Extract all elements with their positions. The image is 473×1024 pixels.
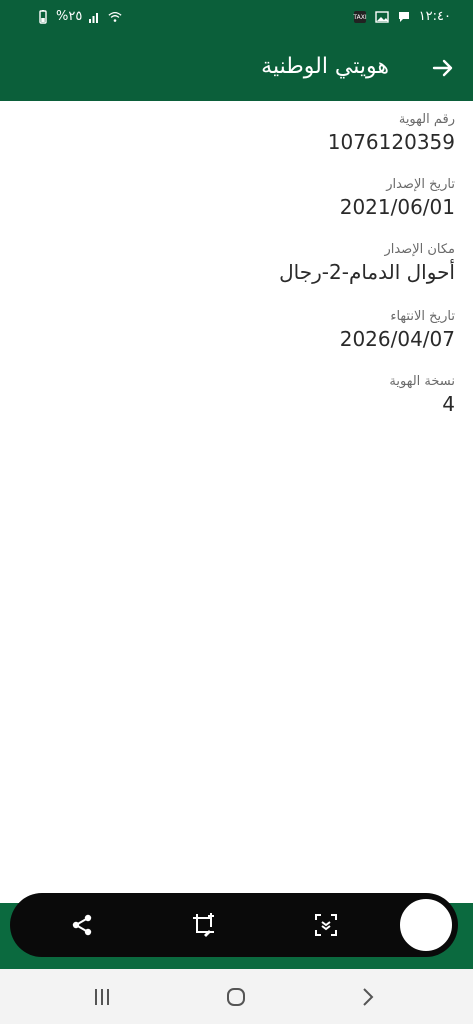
page-title: هويتي الوطنية <box>261 54 389 79</box>
recent-apps-icon[interactable] <box>90 985 114 1009</box>
field-issue-place: مكان الإصدار أحوال الدمام-2-رجال <box>279 241 455 285</box>
field-id-number: رقم الهوية 1076120359 <box>328 111 455 155</box>
field-value: 1076120359 <box>327 130 455 154</box>
status-time: ١٢:٤٠ <box>418 9 451 24</box>
back-icon[interactable] <box>356 985 380 1009</box>
share-icon[interactable] <box>68 911 96 939</box>
field-label: مكان الإصدار <box>384 242 455 257</box>
field-value: 4 <box>442 392 455 416</box>
message-icon <box>398 11 409 22</box>
field-issue-date: تاريخ الإصدار 2021/06/01 <box>340 176 455 220</box>
crop-edit-icon[interactable] <box>190 911 218 939</box>
field-id-version: نسخة الهوية 4 <box>389 373 455 417</box>
home-icon[interactable] <box>224 985 248 1009</box>
app-notification-icon: TAXI <box>353 10 367 23</box>
field-value: أحوال الدمام-2-رجال <box>279 260 455 284</box>
screenshot-toolbar <box>10 893 458 957</box>
field-value: 2021/06/01 <box>339 195 455 219</box>
svg-text:TAXI: TAXI <box>353 14 367 21</box>
field-expiry-date: تاريخ الانتهاء 2026/04/07 <box>340 308 455 352</box>
status-left: %٢٥ <box>36 9 122 24</box>
image-icon <box>374 10 389 23</box>
field-label: رقم الهوية <box>398 112 455 127</box>
battery-icon <box>39 9 47 24</box>
field-value: 2026/04/07 <box>339 327 455 351</box>
id-details: رقم الهوية 1076120359 تاريخ الإصدار 2021… <box>0 101 473 901</box>
signal-icon <box>89 12 99 23</box>
field-label: تاريخ الانتهاء <box>390 309 455 324</box>
scroll-capture-icon[interactable] <box>312 911 340 939</box>
field-label: نسخة الهوية <box>389 374 455 389</box>
wifi-icon <box>108 11 122 22</box>
field-label: تاريخ الإصدار <box>386 177 455 192</box>
status-right: TAXI ١٢:٤٠ <box>353 9 451 24</box>
battery-percentage: %٢٥ <box>56 9 83 24</box>
capture-button[interactable] <box>398 897 454 953</box>
system-nav-bar <box>0 969 473 1024</box>
status-bar: %٢٥ TAXI ١٢:٤٠ <box>0 0 473 36</box>
arrow-icon[interactable] <box>431 56 455 80</box>
app-bar: هويتي الوطنية <box>0 36 473 101</box>
